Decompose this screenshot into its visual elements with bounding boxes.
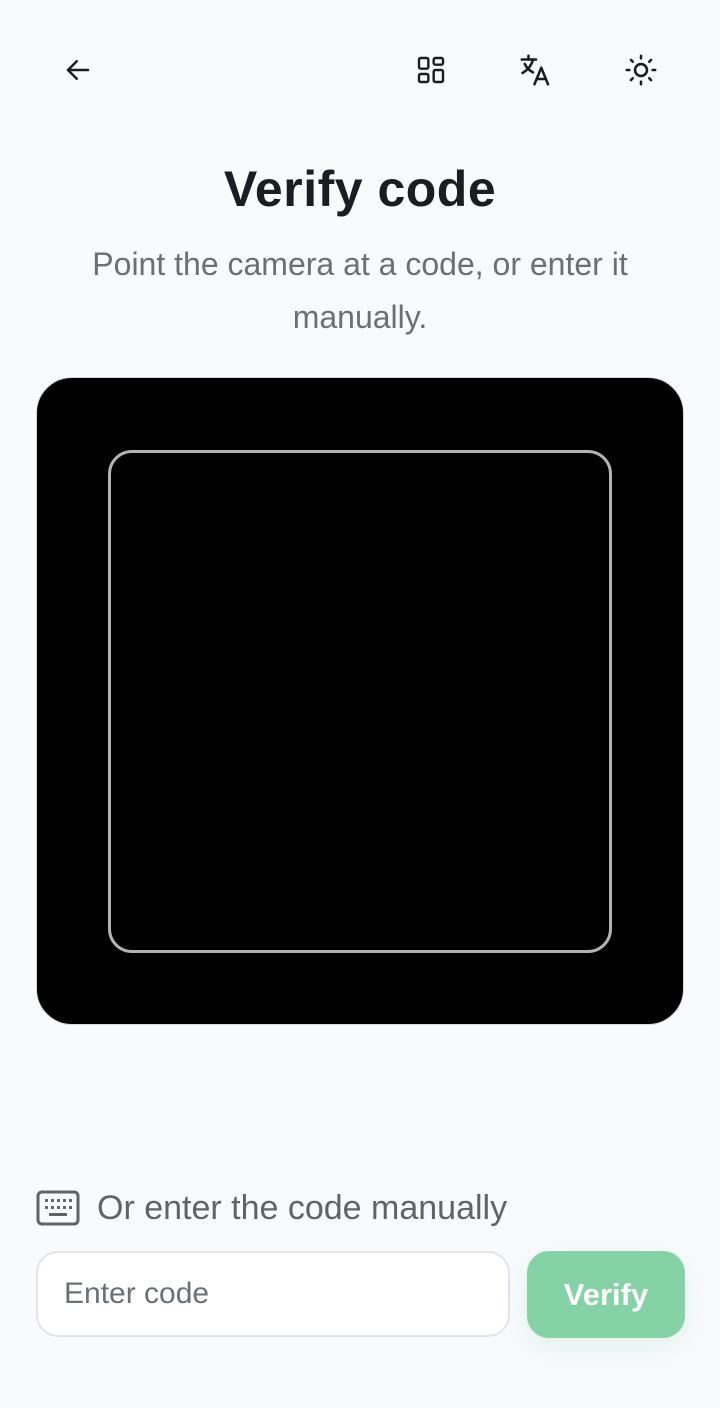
camera-viewfinder[interactable] (36, 377, 684, 1025)
grid-qr-icon (417, 56, 445, 84)
page-subtitle: Point the camera at a code, or enter it … (92, 246, 628, 335)
arrow-left-icon (66, 60, 90, 80)
scan-frame (108, 450, 612, 953)
sun-icon (625, 54, 657, 86)
language-button[interactable] (506, 40, 566, 100)
verify-code-screen: Verify code Point the camera at a code, … (0, 0, 720, 1408)
back-button[interactable] (48, 40, 108, 100)
code-input[interactable] (36, 1251, 510, 1337)
keyboard-icon (36, 1190, 80, 1226)
verify-button[interactable]: Verify (527, 1251, 685, 1338)
manual-entry-label-row: Or enter the code manually (36, 1184, 507, 1232)
translate-icon (520, 54, 550, 86)
theme-toggle-button[interactable] (611, 40, 671, 100)
top-bar (0, 0, 720, 140)
page-title: Verify code (223, 161, 497, 217)
scan-mode-button[interactable] (401, 40, 461, 100)
manual-entry-label: Or enter the code manually (97, 1188, 508, 1227)
